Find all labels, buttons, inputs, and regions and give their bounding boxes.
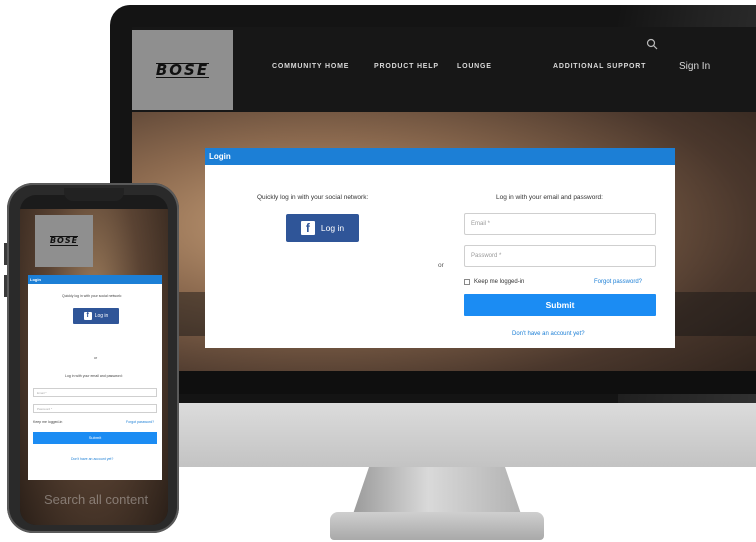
bose-logo[interactable]: BOSE: [132, 30, 233, 110]
keep-logged-in-checkbox[interactable]: [464, 279, 470, 285]
email-login-prompt: Log in with your email and password:: [496, 194, 603, 201]
desktop-monitor-stand: [352, 467, 522, 517]
mobile-login-modal: Login Quickly log in with your social ne…: [28, 275, 162, 480]
facebook-login-label: Log in: [320, 223, 345, 233]
hero-bottom-bar: [132, 371, 756, 394]
desktop-screen: BOSE COMMUNITY HOME PRODUCT HELP LOUNGE …: [132, 27, 756, 394]
mobile-forgot-password-link[interactable]: Forgot password?: [126, 420, 154, 424]
mobile-password-field[interactable]: Password *: [33, 404, 157, 413]
mobile-social-login-prompt: Quickly log in with your social network:: [62, 294, 122, 298]
mobile-bose-logo[interactable]: BOSE: [35, 215, 93, 267]
mobile-screen: BOSE Login Quickly log in with your soci…: [20, 195, 168, 525]
mobile-facebook-icon: f: [83, 312, 92, 320]
device-mockup: BOSE COMMUNITY HOME PRODUCT HELP LOUNGE …: [0, 0, 756, 542]
keep-logged-in-option[interactable]: Keep me logged-in: [464, 279, 524, 285]
mobile-logo-text: BOSE: [49, 236, 79, 246]
mobile-keep-logged-in[interactable]: Keep me logged-in: [33, 420, 62, 424]
password-field[interactable]: Password *: [464, 245, 656, 267]
top-navigation: BOSE COMMUNITY HOME PRODUCT HELP LOUNGE …: [132, 27, 756, 112]
facebook-login-button[interactable]: f Log in: [286, 214, 359, 242]
nav-item-lounge[interactable]: LOUNGE: [457, 63, 492, 70]
phone-side-button: [4, 275, 7, 297]
search-icon[interactable]: [645, 37, 659, 51]
logo-text: BOSE: [155, 60, 210, 79]
forgot-password-link[interactable]: Forgot password?: [594, 279, 642, 285]
login-modal: Login Quickly log in with your social ne…: [205, 148, 675, 348]
mobile-facebook-login-label: Log in: [94, 313, 109, 319]
mobile-email-login-prompt: Log in with your email and password:: [65, 374, 123, 378]
mobile-search-placeholder[interactable]: Search all content: [44, 492, 148, 507]
mobile-facebook-login-button[interactable]: f Log in: [73, 308, 119, 324]
login-modal-title: Login: [205, 148, 675, 165]
social-login-prompt: Quickly log in with your social network:: [257, 194, 369, 201]
desktop-monitor-base: [330, 512, 544, 540]
facebook-icon: f: [300, 221, 315, 235]
phone-notch: [64, 188, 124, 201]
mobile-or-separator: or: [94, 356, 98, 360]
keep-logged-in-label: Keep me logged-in: [474, 279, 525, 285]
nav-item-product-help[interactable]: PRODUCT HELP: [374, 63, 439, 70]
mobile-register-link[interactable]: Don't have an account yet?: [71, 457, 113, 461]
mobile-login-title: Login: [28, 275, 162, 284]
phone-side-button: [4, 243, 7, 265]
register-link[interactable]: Don't have an account yet?: [512, 331, 585, 337]
mobile-submit-button[interactable]: Submit: [33, 432, 157, 444]
email-field[interactable]: Email *: [464, 213, 656, 235]
submit-button[interactable]: Submit: [464, 294, 656, 316]
mobile-email-field[interactable]: Email *: [33, 388, 157, 397]
nav-item-additional-support[interactable]: ADDITIONAL SUPPORT: [553, 63, 646, 70]
nav-item-community-home[interactable]: COMMUNITY HOME: [272, 63, 349, 70]
desktop-monitor-chin: [110, 403, 756, 467]
sign-in-link[interactable]: Sign In: [679, 61, 710, 72]
or-separator: or: [438, 262, 444, 269]
